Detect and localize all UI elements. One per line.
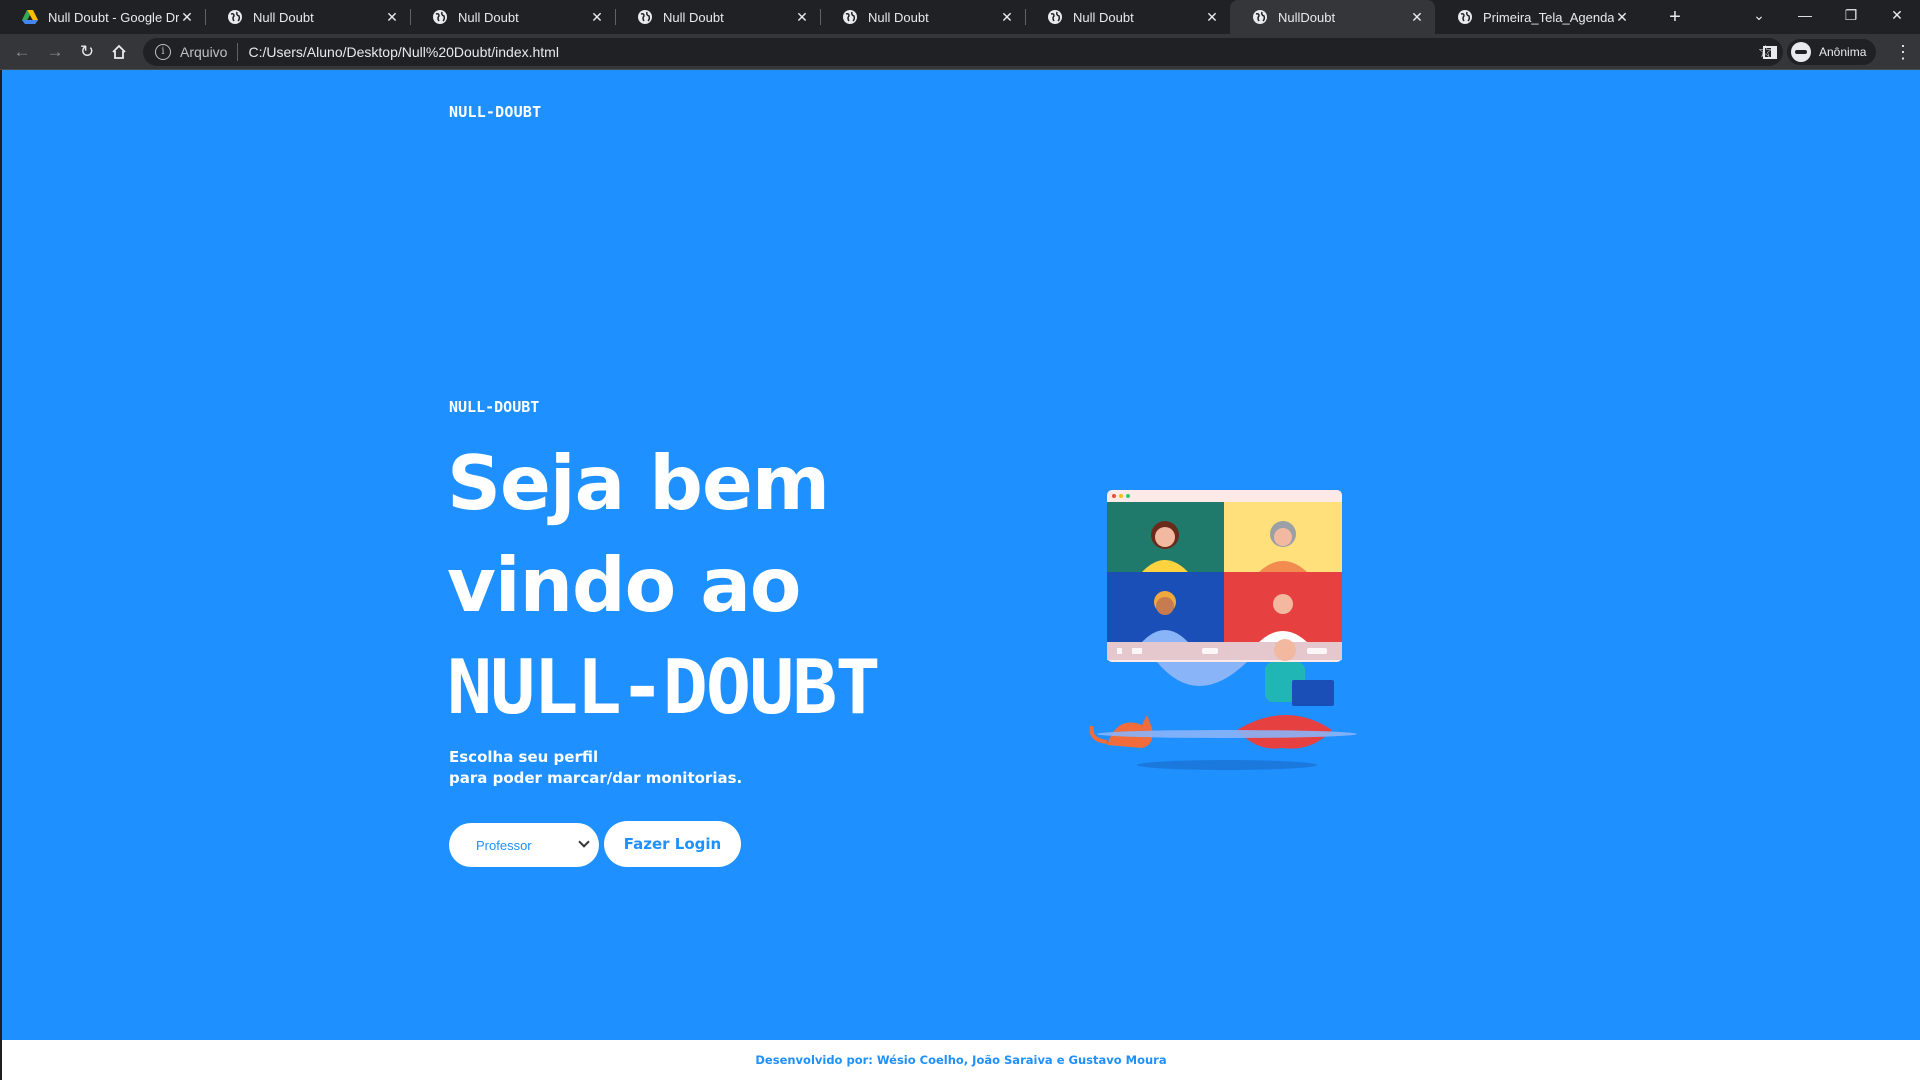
subtitle-line-1: Escolha seu perfil <box>449 748 599 766</box>
browser-toolbar: ← → ↻ i Arquivo C:/Users/Aluno/Desktop/N… <box>0 34 1920 70</box>
back-arrow-icon[interactable]: ← <box>10 40 34 64</box>
subtitle-line-2: para poder marcar/dar monitorias. <box>449 769 743 787</box>
forward-arrow-icon[interactable]: → <box>43 40 67 64</box>
hero-headline: Seja bem vindo ao NULL-DOUBT <box>447 432 1007 738</box>
globe-icon <box>1047 9 1063 25</box>
google-drive-icon <box>22 9 38 25</box>
profile-select[interactable]: Professor <box>449 823 599 867</box>
globe-icon <box>432 9 448 25</box>
globe-icon <box>637 9 653 25</box>
site-logo[interactable]: NULL-DOUBT <box>449 103 541 121</box>
tab-title: Null Doubt <box>663 9 724 25</box>
globe-icon <box>227 9 243 25</box>
tab-strip: Null Doubt - Google Drive ✕ Null Doubt ✕… <box>0 0 1920 34</box>
tab-nulldoubt-active[interactable]: NullDoubt ✕ <box>1230 0 1435 34</box>
page-viewport: NULL-DOUBT NULL-DOUBT Seja bem vindo ao … <box>2 70 1920 1080</box>
video-call-illustration <box>1089 490 1357 770</box>
hero-subtitle: Escolha seu perfil para poder marcar/dar… <box>449 747 742 789</box>
close-tab-icon[interactable]: ✕ <box>1409 9 1425 25</box>
tab-title: Null Doubt - Google Drive <box>48 9 179 25</box>
profile-label: Anônima <box>1819 45 1867 59</box>
tab-null-doubt-3[interactable]: Null Doubt ✕ <box>615 0 820 34</box>
tab-null-doubt-4[interactable]: Null Doubt ✕ <box>820 0 1025 34</box>
close-tab-icon[interactable]: ✕ <box>179 9 195 25</box>
tab-title: Null Doubt <box>1073 9 1134 25</box>
footer-credits: Desenvolvido por: Wésio Coelho, João Sar… <box>2 1040 1920 1080</box>
tab-title: Primeira_Tela_Agendamen <box>1483 9 1614 25</box>
incognito-profile-button[interactable]: Anônima <box>1787 39 1877 65</box>
close-tab-icon[interactable]: ✕ <box>1204 9 1220 25</box>
side-panel-icon[interactable] <box>1763 46 1777 59</box>
login-button[interactable]: Fazer Login <box>604 821 741 867</box>
tab-title: Null Doubt <box>253 9 314 25</box>
site-info-icon[interactable]: i <box>155 44 171 60</box>
tab-null-doubt-2[interactable]: Null Doubt ✕ <box>410 0 615 34</box>
file-chip: Arquivo <box>180 44 228 60</box>
tab-google-drive[interactable]: Null Doubt - Google Drive ✕ <box>0 0 205 34</box>
reload-icon[interactable]: ↻ <box>75 40 99 64</box>
close-window-icon[interactable]: ✕ <box>1874 0 1920 34</box>
headline-line-1: Seja bem <box>447 439 830 527</box>
close-tab-icon[interactable]: ✕ <box>384 9 400 25</box>
tab-null-doubt-1[interactable]: Null Doubt ✕ <box>205 0 410 34</box>
close-tab-icon[interactable]: ✕ <box>999 9 1015 25</box>
tab-primeira-tela[interactable]: Primeira_Tela_Agendamen ✕ <box>1435 0 1640 34</box>
url-text[interactable]: C:/Users/Aluno/Desktop/Null%20Doubt/inde… <box>248 44 558 60</box>
close-tab-icon[interactable]: ✕ <box>1614 9 1630 25</box>
tab-title: Null Doubt <box>868 9 929 25</box>
address-bar[interactable]: i Arquivo C:/Users/Aluno/Desktop/Null%20… <box>143 38 1783 66</box>
tab-title: NullDoubt <box>1278 9 1336 25</box>
hero-eyebrow: NULL-DOUBT <box>449 398 540 416</box>
kebab-menu-icon[interactable]: ⋮ <box>1894 40 1912 64</box>
close-tab-icon[interactable]: ✕ <box>589 9 605 25</box>
globe-icon <box>1457 9 1473 25</box>
incognito-icon <box>1791 42 1811 62</box>
restore-icon[interactable]: ❐ <box>1828 0 1874 34</box>
address-divider <box>237 43 239 61</box>
tab-title: Null Doubt <box>458 9 519 25</box>
headline-line-2: vindo ao <box>447 541 801 629</box>
tab-null-doubt-5[interactable]: Null Doubt ✕ <box>1025 0 1230 34</box>
globe-icon <box>1252 9 1268 25</box>
globe-icon <box>842 9 858 25</box>
new-tab-plus-icon[interactable]: + <box>1663 5 1687 29</box>
headline-brand: NULL-DOUBT <box>447 643 881 731</box>
minimize-icon[interactable]: — <box>1782 0 1828 34</box>
close-tab-icon[interactable]: ✕ <box>794 9 810 25</box>
tab-search-chevron-icon[interactable]: ⌄ <box>1736 0 1782 34</box>
home-icon[interactable] <box>107 40 131 64</box>
